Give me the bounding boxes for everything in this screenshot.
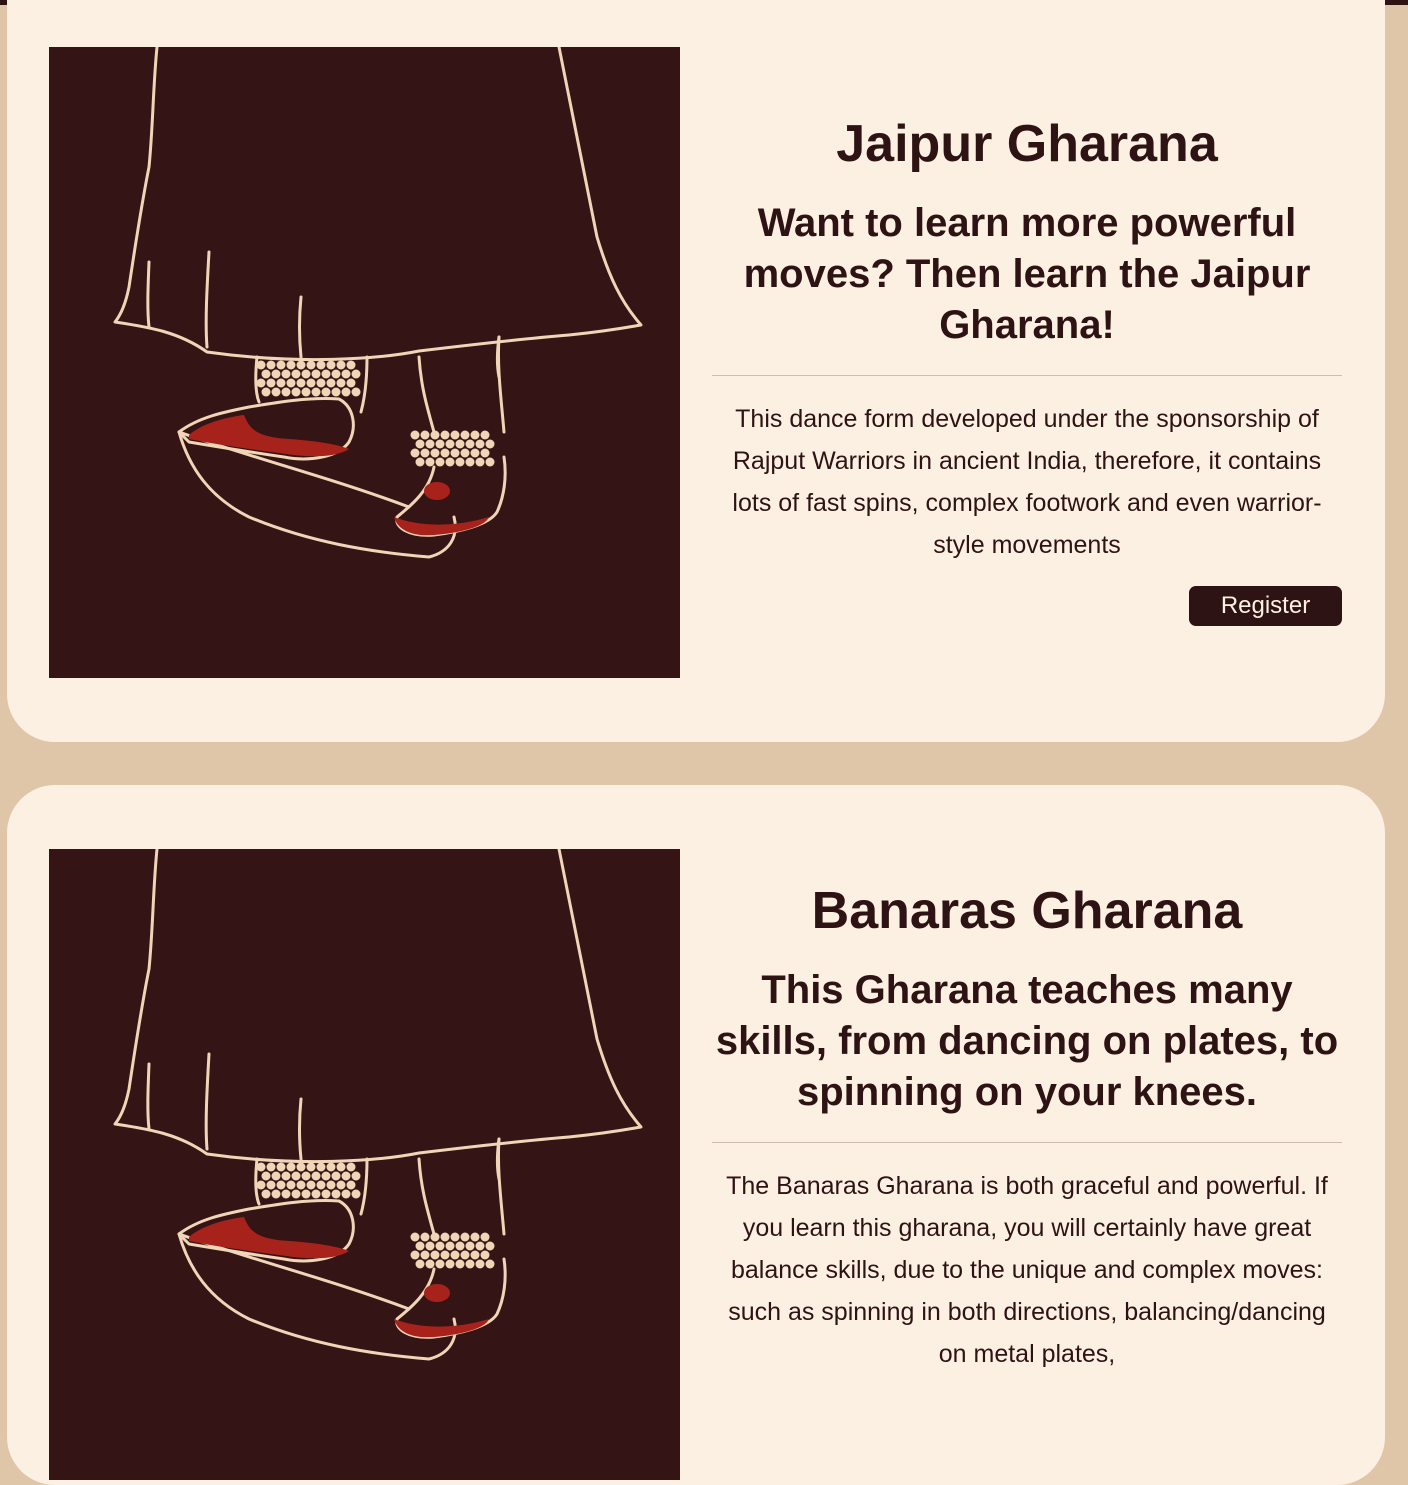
card-title: Banaras Gharana [811,882,1243,940]
kathak-feet-illustration [49,47,680,678]
gharana-card-jaipur: Jaipur Gharana Want to learn more powerf… [7,0,1385,742]
card-subtitle: This Gharana teaches many skills, from d… [715,968,1339,1114]
divider [712,375,1342,376]
card-description: This dance form developed under the spon… [732,405,1322,559]
button-row: Register [712,586,1342,626]
kathak-feet-illustration [49,849,680,1480]
register-button[interactable]: Register [1189,586,1342,626]
card-text: Banaras Gharana This Gharana teaches man… [712,879,1342,1375]
card-description: The Banaras Gharana is both graceful and… [726,1172,1328,1368]
card-text: Jaipur Gharana Want to learn more powerf… [712,112,1342,626]
card-title: Jaipur Gharana [836,115,1218,173]
kathak-feet-icon [113,849,643,1361]
divider [712,1142,1342,1143]
kathak-feet-icon [113,47,643,559]
card-subtitle: Want to learn more powerful moves? Then … [743,201,1311,347]
gharana-card-banaras: Banaras Gharana This Gharana teaches man… [7,785,1385,1485]
